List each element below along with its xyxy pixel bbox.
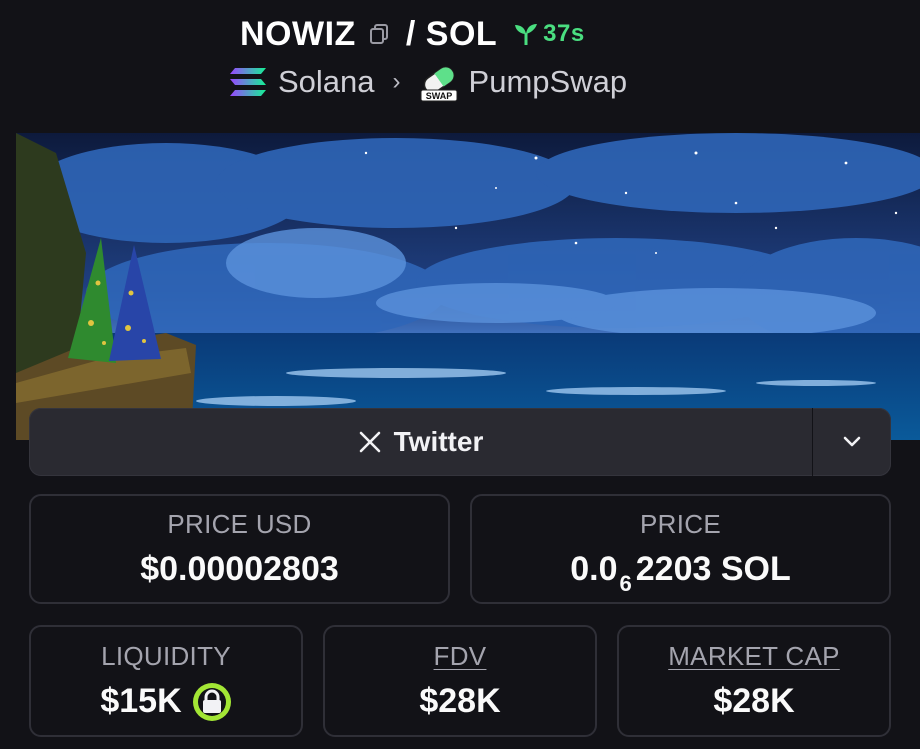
- pumpswap-badge-text: SWAP: [425, 91, 452, 101]
- social-dropdown-button[interactable]: [812, 408, 891, 476]
- chain-link[interactable]: Solana: [278, 64, 375, 100]
- liquidity-value: $15K: [100, 682, 182, 720]
- pair-age: 37s: [513, 20, 585, 48]
- pair-separator: /: [405, 14, 416, 53]
- price-usd-value: $0.00002803: [140, 550, 339, 588]
- dex-link[interactable]: PumpSwap: [469, 64, 628, 100]
- quote-symbol: SOL: [425, 14, 498, 53]
- pumpswap-icon: SWAP: [420, 66, 458, 102]
- market-cap-label[interactable]: MARKET CAP: [668, 641, 840, 672]
- lock-icon[interactable]: [192, 682, 232, 722]
- liquidity-label: LIQUIDITY: [101, 640, 231, 671]
- market-cap-value: $28K: [713, 682, 795, 720]
- solana-icon: [230, 68, 266, 96]
- liquidity-value-row: $15K: [100, 682, 231, 722]
- price-native-prefix: 0.0: [570, 550, 618, 588]
- x-logo-icon: [359, 431, 380, 453]
- token-symbol: NOWIZ: [240, 14, 356, 53]
- price-native-value: 0.0 6 2203 SOL: [570, 550, 791, 596]
- fdv-card: FDV $28K: [323, 625, 597, 737]
- price-usd-card: PRICE USD $0.00002803: [29, 494, 450, 604]
- price-native-card: PRICE 0.0 6 2203 SOL: [470, 494, 891, 604]
- chevron-right-icon: ›: [392, 68, 401, 95]
- market-cap-card: MARKET CAP $28K: [617, 625, 891, 737]
- copy-icon[interactable]: [368, 23, 390, 45]
- breadcrumb: Solana › SWAP PumpSwap: [228, 62, 627, 102]
- twitter-link-button[interactable]: Twitter: [29, 408, 812, 476]
- chevron-down-icon: [843, 436, 861, 447]
- sprout-icon: [515, 24, 538, 45]
- price-native-zero-count: 6: [619, 570, 632, 596]
- fdv-value: $28K: [419, 682, 501, 720]
- price-native-label: PRICE: [640, 509, 721, 539]
- price-usd-label: PRICE USD: [167, 509, 312, 539]
- twitter-label: Twitter: [393, 426, 484, 457]
- pair-title: NOWIZ / SOL 37s: [240, 14, 585, 54]
- liquidity-card: LIQUIDITY $15K: [29, 625, 303, 737]
- price-native-rest: 2203 SOL: [635, 550, 791, 588]
- social-links-bar: Twitter: [29, 408, 891, 476]
- pair-age-value: 37s: [543, 20, 585, 47]
- token-banner-image: [16, 133, 920, 440]
- pair-header: NOWIZ / SOL 37s Solana › SWAP PumpSwap: [0, 0, 920, 130]
- fdv-label[interactable]: FDV: [434, 641, 487, 672]
